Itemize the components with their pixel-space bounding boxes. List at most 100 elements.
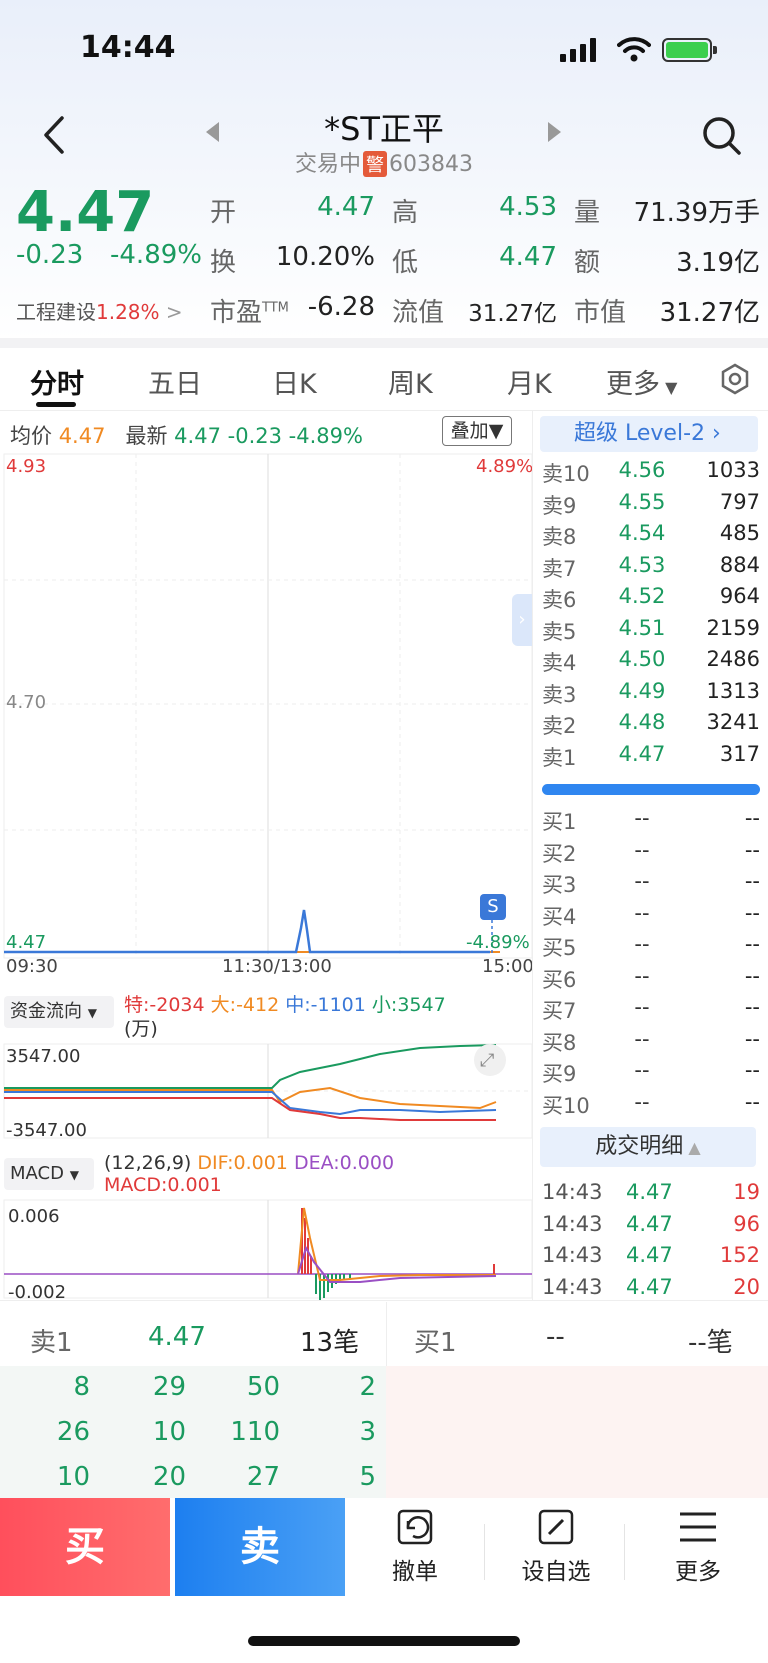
turnover-value: 10.20% bbox=[275, 242, 375, 272]
intraday-pct-bottom: -4.89% bbox=[466, 932, 530, 953]
queue-sell-label: 卖1 bbox=[30, 1328, 73, 1358]
bid-volume: -- bbox=[744, 869, 760, 893]
dropdown-icon: ▼ bbox=[660, 378, 678, 397]
tab-daily-k[interactable]: 日K bbox=[272, 362, 317, 401]
low-label: 低 bbox=[392, 248, 419, 278]
ask-price: 4.51 bbox=[618, 615, 666, 640]
search-icon[interactable] bbox=[700, 114, 744, 158]
bid-label: 买8 bbox=[542, 1030, 577, 1055]
ask-row[interactable]: 卖5 4.51 2159 bbox=[542, 616, 760, 647]
bid-label: 买7 bbox=[542, 999, 577, 1023]
ask-label: 卖9 bbox=[542, 493, 577, 518]
bid-row[interactable]: 买4 -- -- bbox=[542, 901, 760, 932]
tab-monthly-k[interactable]: 月K bbox=[507, 362, 552, 401]
macd-select[interactable]: MACD ▼ bbox=[4, 1158, 94, 1190]
bid-price: -- bbox=[634, 900, 650, 925]
prev-stock-icon[interactable] bbox=[206, 122, 219, 142]
ask-row[interactable]: 卖1 4.47 317 bbox=[542, 742, 760, 773]
macd-dea: DEA:0.000 bbox=[293, 1152, 395, 1174]
back-icon[interactable] bbox=[36, 112, 76, 158]
ask-row[interactable]: 卖8 4.54 485 bbox=[542, 521, 760, 552]
queue-buy-count: --笔 bbox=[688, 1328, 733, 1358]
bid-row[interactable]: 买3 -- -- bbox=[542, 869, 760, 900]
bid-volume: -- bbox=[744, 1058, 760, 1082]
intraday-y-mid: 4.70 bbox=[6, 692, 47, 713]
ask-row[interactable]: 卖6 4.52 964 bbox=[542, 584, 760, 615]
ask-row[interactable]: 卖9 4.55 797 bbox=[542, 490, 760, 521]
bid-row[interactable]: 买5 -- -- bbox=[542, 932, 760, 963]
signal-icon bbox=[560, 38, 596, 62]
tab-more[interactable]: 更多 ▼ bbox=[606, 362, 677, 401]
more-button[interactable]: 更多 bbox=[638, 1508, 758, 1586]
ask-price: 4.50 bbox=[618, 647, 666, 671]
trade-detail-header[interactable]: 成交明细 ▲ bbox=[540, 1127, 756, 1167]
settings-icon[interactable] bbox=[718, 362, 752, 396]
next-stock-icon[interactable] bbox=[548, 122, 561, 142]
bid-label: 买6 bbox=[542, 967, 577, 992]
bid-price: -- bbox=[634, 1089, 650, 1114]
chevron-right-icon: › bbox=[705, 421, 721, 446]
ask-row[interactable]: 卖3 4.49 1313 bbox=[542, 679, 760, 710]
bid-row[interactable]: 买10 -- -- bbox=[542, 1090, 760, 1121]
bid-ask-ratio-bar bbox=[542, 784, 760, 795]
tab-five-day[interactable]: 五日 bbox=[148, 362, 202, 401]
level2-header[interactable]: 超级 Level-2 › bbox=[540, 416, 758, 452]
warning-badge: 警 bbox=[363, 151, 388, 177]
menu-icon bbox=[680, 1512, 716, 1542]
queue-order-size: 5 bbox=[359, 1462, 376, 1492]
fullscreen-icon[interactable]: ⤢ bbox=[480, 1050, 494, 1071]
ask-volume: 884 bbox=[719, 552, 760, 577]
ask-price: 4.55 bbox=[618, 489, 666, 514]
bid-price: -- bbox=[634, 1058, 650, 1082]
bid-label: 买3 bbox=[542, 873, 577, 897]
intraday-info: 均价 4.47 最新 4.47 -0.23 -4.89% bbox=[10, 424, 363, 448]
bid-row[interactable]: 买6 -- -- bbox=[542, 964, 760, 995]
bid-price: -- bbox=[634, 963, 650, 988]
sector-link[interactable]: 工程建设1.28% > bbox=[16, 296, 183, 325]
trade-row: 14:43 4.47 20 bbox=[542, 1275, 760, 1306]
macd-chart[interactable] bbox=[0, 1198, 532, 1302]
bid-row[interactable]: 买8 -- -- bbox=[542, 1027, 760, 1058]
mkt-cap-value: 31.27亿 bbox=[659, 298, 760, 328]
add-watchlist-button[interactable]: 设自选 bbox=[496, 1508, 616, 1586]
queue-order-size: 3 bbox=[359, 1417, 376, 1447]
mkt-cap-label: 市值 bbox=[574, 298, 627, 328]
action-divider bbox=[624, 1524, 625, 1580]
low-value: 4.47 bbox=[499, 242, 557, 272]
queue-order-size: 110 bbox=[230, 1417, 280, 1447]
bid-row[interactable]: 买2 -- -- bbox=[542, 838, 760, 869]
bid-label: 买5 bbox=[542, 936, 577, 960]
tab-weekly-k[interactable]: 周K bbox=[388, 362, 433, 401]
ask-row[interactable]: 卖2 4.48 3241 bbox=[542, 710, 760, 741]
flow-xiao: 小:3547 bbox=[371, 994, 446, 1016]
ask-volume: 3241 bbox=[706, 710, 760, 734]
buy-button[interactable]: 买 bbox=[0, 1498, 170, 1596]
ask-volume: 964 bbox=[719, 584, 760, 608]
intraday-chart[interactable] bbox=[0, 450, 532, 970]
sell-button[interactable]: 卖 bbox=[175, 1498, 345, 1596]
avg-price: 4.47 bbox=[58, 424, 106, 448]
ask-volume: 2159 bbox=[706, 615, 760, 640]
bid-row[interactable]: 买7 -- -- bbox=[542, 995, 760, 1026]
amount-value: 3.19亿 bbox=[676, 248, 760, 278]
trade-time: 14:43 bbox=[542, 1211, 603, 1236]
queue-order-size: 50 bbox=[246, 1372, 280, 1402]
money-flow-select[interactable]: 资金流向 ▼ bbox=[4, 996, 114, 1028]
battery-icon bbox=[662, 38, 717, 62]
queue-buy-label: 买1 bbox=[414, 1328, 457, 1358]
ask-row[interactable]: 卖4 4.50 2486 bbox=[542, 647, 760, 678]
queue-order-size: 29 bbox=[152, 1372, 186, 1402]
stock-code: 603843 bbox=[389, 152, 473, 177]
cancel-order-button[interactable]: 撤单 bbox=[355, 1508, 475, 1586]
tab-intraday[interactable]: 分时 bbox=[30, 362, 84, 401]
expand-panel-handle[interactable]: › bbox=[512, 594, 532, 646]
ask-row[interactable]: 卖7 4.53 884 bbox=[542, 553, 760, 584]
sell-signal-marker[interactable]: S bbox=[480, 894, 506, 920]
bid-row[interactable]: 买9 -- -- bbox=[542, 1058, 760, 1089]
macd-y-top: 0.006 bbox=[8, 1206, 60, 1227]
bid-label: 买4 bbox=[542, 904, 577, 929]
ask-row[interactable]: 卖10 4.56 1033 bbox=[542, 458, 760, 489]
bid-row[interactable]: 买1 -- -- bbox=[542, 806, 760, 837]
bid-volume: -- bbox=[744, 963, 760, 988]
overlay-button[interactable]: 叠加▼ bbox=[442, 416, 512, 446]
